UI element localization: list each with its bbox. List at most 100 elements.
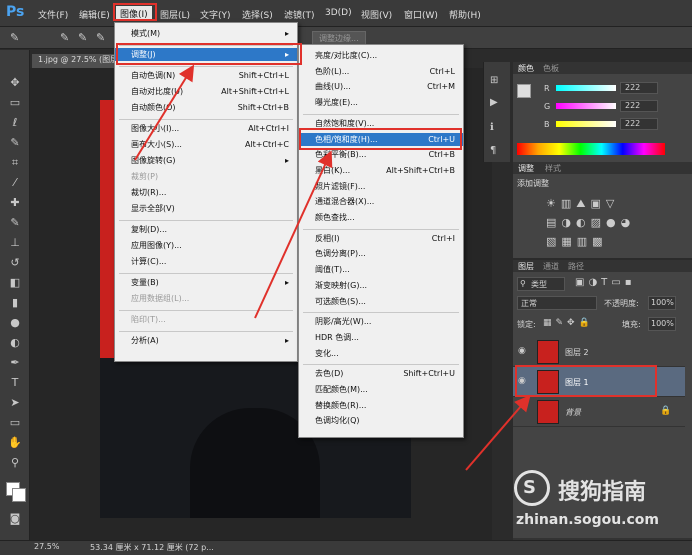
adjust-menu-item[interactable]: 渐变映射(G)... (299, 279, 463, 292)
image-menu-item[interactable]: 复制(D)... (115, 223, 297, 236)
actions-panel-icon[interactable]: ▶ (490, 97, 498, 108)
image-menu-item[interactable]: 计算(C)... (115, 255, 297, 268)
menu-filter[interactable]: 滤镜(T) (284, 8, 315, 21)
g-slider[interactable] (556, 103, 616, 109)
fill-input[interactable]: 100% (648, 317, 676, 331)
lock-icons[interactable]: ▦✎✥🔒 (543, 318, 594, 328)
adjust-menu-item[interactable]: 可选颜色(S)... (299, 295, 463, 308)
image-menu-item[interactable]: 自动色调(N) Shift+Ctrl+L (115, 69, 297, 82)
zoom-level[interactable]: 27.5% (34, 542, 59, 551)
tab-color[interactable]: 颜色 (518, 63, 534, 74)
properties-panel-icon[interactable]: ℹ (490, 122, 494, 133)
eraser-tool-icon[interactable]: ◧ (8, 276, 22, 290)
tab-styles[interactable]: 样式 (545, 163, 561, 174)
image-menu-item[interactable]: 显示全部(V) (115, 202, 297, 215)
g-value-input[interactable]: 222 (620, 100, 658, 112)
b-value-input[interactable]: 222 (620, 118, 658, 130)
doc-info[interactable]: 53.34 厘米 x 71.12 厘米 (72 p... (90, 542, 214, 553)
color-spectrum[interactable] (517, 143, 665, 155)
menu-type[interactable]: 文字(Y) (200, 8, 231, 21)
image-menu-item[interactable]: 变量(B) ▸ (115, 276, 297, 289)
hand-tool-icon[interactable]: ✋ (8, 436, 22, 450)
add-select-icon[interactable]: ✎ (78, 31, 87, 44)
layer-filter-icons[interactable]: ▣◑T▭▪ (575, 277, 636, 288)
adjust-menu-item[interactable]: 变化... (299, 347, 463, 360)
adjust-menu-item[interactable]: 亮度/对比度(C)... (299, 49, 463, 62)
marquee-tool-icon[interactable]: ▭ (8, 96, 22, 110)
brush-icon[interactable]: ✎ (10, 31, 19, 44)
quick-mask-icon[interactable]: ◙ (8, 512, 22, 526)
quick-select-icon[interactable]: ✎ (60, 31, 69, 44)
tab-paths[interactable]: 路径 (568, 261, 584, 272)
adjust-menu-item[interactable]: 颜色查找... (299, 211, 463, 224)
brush-panel-icon[interactable]: ¶ (490, 145, 496, 156)
eyedropper-tool-icon[interactable]: ⁄ (8, 176, 22, 190)
history-panel-icon[interactable]: ⊞ (490, 75, 498, 86)
menu-window[interactable]: 窗口(W) (404, 8, 438, 21)
background-layer-name[interactable]: 背景 (565, 407, 581, 418)
adjust-menu-item[interactable]: 阈值(T)... (299, 263, 463, 276)
menu-select[interactable]: 选择(S) (242, 8, 273, 21)
image-menu-item[interactable]: 分析(A) ▸ (115, 334, 297, 347)
quick-selection-tool-icon[interactable]: ✎ (8, 136, 22, 150)
adjust-menu-item[interactable]: 阴影/高光(W)... (299, 315, 463, 328)
adjust-menu-item[interactable]: 色调分离(P)... (299, 247, 463, 260)
image-menu-item[interactable]: 画布大小(S)... Alt+Ctrl+C (115, 138, 297, 151)
menu-layer[interactable]: 图层(L) (160, 8, 190, 21)
pen-tool-icon[interactable]: ✒ (8, 356, 22, 370)
zoom-tool-icon[interactable]: ⚲ (8, 456, 22, 470)
adjust-menu-item[interactable]: HDR 色调... (299, 331, 463, 344)
tab-swatches[interactable]: 色板 (543, 63, 559, 74)
r-value-input[interactable]: 222 (620, 82, 658, 94)
adjust-menu-item[interactable]: 色阶(L)... Ctrl+L (299, 65, 463, 78)
menu-help[interactable]: 帮助(H) (449, 8, 481, 21)
adjust-menu-item[interactable]: 照片滤镜(F)... (299, 180, 463, 193)
adjust-menu-item[interactable]: 反相(I) Ctrl+I (299, 232, 463, 245)
image-menu-item[interactable]: 应用图像(Y)... (115, 239, 297, 252)
image-menu-item[interactable]: 模式(M) ▸ (115, 27, 297, 40)
stamp-tool-icon[interactable]: ⊥ (8, 236, 22, 250)
image-menu-item[interactable]: 自动颜色(O) Shift+Ctrl+B (115, 101, 297, 114)
image-menu-item[interactable]: 图像旋转(G) ▸ (115, 154, 297, 167)
move-tool-icon[interactable]: ✥ (8, 76, 22, 90)
adjust-menu-item[interactable]: 黑白(K)... Alt+Shift+Ctrl+B (299, 164, 463, 177)
adjust-menu-item[interactable]: 去色(D) Shift+Ctrl+U (299, 367, 463, 380)
menu-edit[interactable]: 编辑(E) (79, 8, 110, 21)
lasso-tool-icon[interactable]: ℓ (8, 116, 22, 130)
adjust-menu-item[interactable]: 替换颜色(R)... (299, 399, 463, 412)
dodge-tool-icon[interactable]: ◐ (8, 336, 22, 350)
shape-tool-icon[interactable]: ▭ (8, 416, 22, 430)
brush-tool-icon[interactable]: ✎ (8, 216, 22, 230)
image-menu-item[interactable]: 图像大小(I)... Alt+Ctrl+I (115, 122, 297, 135)
adjust-menu-item[interactable]: 曝光度(E)... (299, 96, 463, 109)
adjust-menu-item[interactable]: 匹配颜色(M)... (299, 383, 463, 396)
r-slider[interactable] (556, 85, 616, 91)
subtract-select-icon[interactable]: ✎ (96, 31, 105, 44)
image-menu-item[interactable]: 自动对比度(U) Alt+Shift+Ctrl+L (115, 85, 297, 98)
color-fg-swatch[interactable] (517, 84, 531, 98)
eye-icon[interactable]: ◉ (518, 346, 526, 356)
gradient-tool-icon[interactable]: ▮ (8, 296, 22, 310)
blur-tool-icon[interactable]: ● (8, 316, 22, 330)
opacity-input[interactable]: 100% (648, 296, 676, 310)
b-slider[interactable] (556, 121, 616, 127)
type-tool-icon[interactable]: T (8, 376, 22, 390)
menu-view[interactable]: 视图(V) (361, 8, 392, 21)
adjustment-icon-grid[interactable]: ☀▥⛰▣▽ ▤◑◐▨●◕ ▧▦▥▩ (546, 194, 666, 252)
menu-file[interactable]: 文件(F) (38, 8, 68, 21)
tab-layers[interactable]: 图层 (518, 261, 534, 272)
tab-channels[interactable]: 通道 (543, 261, 559, 272)
adjust-menu-item[interactable]: 通道混合器(X)... (299, 195, 463, 208)
adjust-menu-item[interactable]: 曲线(U)... Ctrl+M (299, 80, 463, 93)
path-select-tool-icon[interactable]: ➤ (8, 396, 22, 410)
image-menu-item[interactable]: 裁切(R)... (115, 186, 297, 199)
adjust-menu-item[interactable]: 色调均化(Q) (299, 414, 463, 427)
tab-adjust[interactable]: 调整 (518, 163, 534, 174)
layer-2-name[interactable]: 图层 2 (565, 347, 589, 358)
adjust-menu-item[interactable]: 色彩平衡(B)... Ctrl+B (299, 148, 463, 161)
healing-tool-icon[interactable]: ✚ (8, 196, 22, 210)
crop-tool-icon[interactable]: ⌗ (8, 156, 22, 170)
background-color-swatch[interactable] (12, 488, 26, 502)
menu-3d[interactable]: 3D(D) (325, 8, 352, 18)
history-brush-tool-icon[interactable]: ↺ (8, 256, 22, 270)
